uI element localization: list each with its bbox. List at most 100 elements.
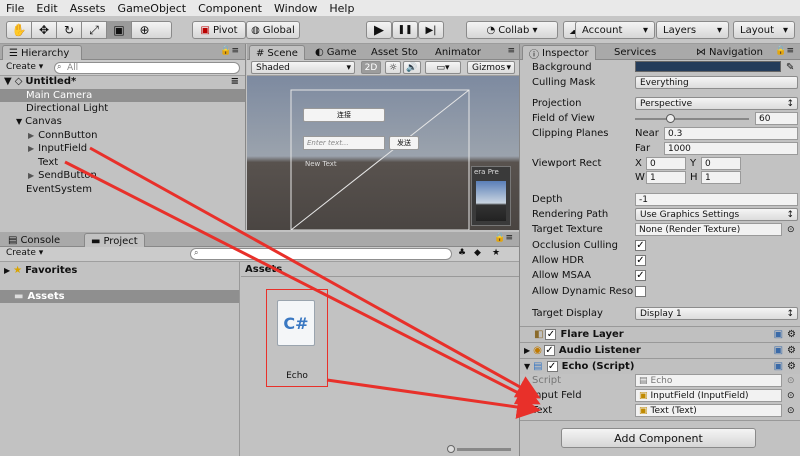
tab-services[interactable]: Services bbox=[608, 45, 662, 60]
audio-toggle-icon[interactable]: 🔊 bbox=[403, 61, 421, 74]
filter-type-icon[interactable]: ♣ bbox=[458, 248, 466, 258]
tab-game[interactable]: ◐ Game bbox=[309, 45, 363, 60]
text-ref-field[interactable]: ▣ Text (Text) bbox=[635, 404, 782, 417]
hierarchy-item-directional-light[interactable]: Directional Light bbox=[0, 102, 245, 115]
scene-menu-icon[interactable]: ≡ bbox=[507, 46, 515, 56]
menu-assets[interactable]: Assets bbox=[70, 2, 106, 15]
menu-component[interactable]: Component bbox=[198, 2, 262, 15]
settings-gear-icon[interactable]: ⚙ bbox=[787, 345, 796, 356]
menu-help[interactable]: Help bbox=[329, 2, 354, 15]
favorites-row[interactable]: ▶ ★ Favorites bbox=[0, 264, 239, 277]
menu-edit[interactable]: Edit bbox=[36, 2, 57, 15]
lock-menu-icon[interactable]: 🔒≡ bbox=[775, 46, 794, 56]
hierarchy-item-text[interactable]: Text bbox=[0, 156, 245, 169]
scene-viewport[interactable]: 连接 Enter text... 发送 New Text era Pre bbox=[247, 76, 519, 230]
lock-menu-icon[interactable]: 🔒≡ bbox=[494, 233, 513, 243]
shading-dropdown[interactable]: Shaded ▾ bbox=[251, 61, 355, 74]
echo-enabled-checkbox[interactable]: ✓ bbox=[546, 361, 558, 372]
favorite-star-icon[interactable]: ★ bbox=[492, 248, 500, 258]
menu-window[interactable]: Window bbox=[274, 2, 317, 15]
background-color-swatch[interactable] bbox=[635, 61, 781, 72]
audio-listener-enabled-checkbox[interactable]: ✓ bbox=[543, 345, 555, 356]
hierarchy-search-input[interactable]: All bbox=[54, 62, 240, 74]
project-create-dropdown[interactable]: Create ▾ bbox=[6, 248, 43, 258]
gizmos-dropdown[interactable]: Gizmos ▾ bbox=[467, 61, 515, 74]
add-component-button[interactable]: Add Component bbox=[561, 428, 756, 448]
filter-label-icon[interactable]: ◆ bbox=[474, 248, 481, 258]
rendering-path-dropdown[interactable]: Use Graphics Settings ↕ bbox=[635, 208, 798, 221]
audio-listener-header[interactable]: ▶ ◉ ✓ Audio Listener ▣ ⚙ bbox=[520, 342, 800, 358]
csharp-file-icon[interactable]: C# bbox=[277, 300, 315, 346]
lock-menu-icon[interactable]: 🔒≡ bbox=[220, 46, 239, 56]
rotate-tool-icon[interactable]: ↻ bbox=[57, 21, 82, 39]
help-book-icon[interactable]: ▣ bbox=[774, 329, 783, 340]
flare-layer-header[interactable]: ◧ ✓ Flare Layer ▣ ⚙ bbox=[520, 326, 800, 342]
settings-gear-icon[interactable]: ⚙ bbox=[787, 329, 796, 340]
tab-animator[interactable]: Animator bbox=[429, 45, 487, 60]
scale-tool-icon[interactable]: ⤢ bbox=[82, 21, 107, 39]
tab-asset-store[interactable]: Asset Sto bbox=[365, 45, 424, 60]
eyedropper-icon[interactable]: ✎ bbox=[786, 62, 794, 73]
help-book-icon[interactable]: ▣ bbox=[774, 345, 783, 356]
depth-input[interactable]: -1 bbox=[635, 193, 798, 206]
msaa-checkbox[interactable]: ✓ bbox=[635, 270, 646, 281]
layout-dropdown[interactable]: Layout ▾ bbox=[733, 21, 795, 39]
tab-console[interactable]: ▤ Console bbox=[2, 233, 66, 248]
target-texture-field[interactable]: None (Render Texture) bbox=[635, 223, 782, 236]
asset-file-name[interactable]: Echo bbox=[266, 371, 328, 381]
hierarchy-item-main-camera[interactable]: Main Camera bbox=[0, 89, 245, 102]
mode-2d-toggle[interactable]: 2D bbox=[361, 61, 381, 74]
far-input[interactable]: 1000 bbox=[664, 142, 798, 155]
hand-tool-icon[interactable]: ✋ bbox=[7, 21, 32, 39]
tab-hierarchy[interactable]: ☰ Hierarchy bbox=[2, 45, 82, 60]
near-input[interactable]: 0.3 bbox=[664, 127, 798, 140]
transform-tool-icon[interactable]: ⊕ bbox=[132, 21, 157, 39]
tab-project[interactable]: ▬ Project bbox=[84, 233, 145, 248]
menu-gameobject[interactable]: GameObject bbox=[118, 2, 187, 15]
rect-tool-icon[interactable]: ▣ bbox=[107, 21, 132, 39]
hierarchy-item-eventsystem[interactable]: EventSystem bbox=[0, 183, 245, 196]
layers-dropdown[interactable]: Layers ▾ bbox=[656, 21, 729, 39]
object-picker-icon[interactable]: ⊙ bbox=[787, 391, 795, 401]
play-button[interactable]: ▶ bbox=[366, 21, 392, 39]
occlusion-checkbox[interactable]: ✓ bbox=[635, 240, 646, 251]
echo-script-header[interactable]: ▼ ▤ ✓ Echo (Script) ▣ ⚙ bbox=[520, 358, 800, 374]
global-toggle[interactable]: ◍ Global bbox=[246, 21, 300, 39]
viewport-w-input[interactable]: 1 bbox=[646, 171, 686, 184]
effects-dropdown-icon[interactable]: ▭▾ bbox=[425, 61, 461, 74]
tab-navigation[interactable]: ⋈ Navigation bbox=[690, 45, 769, 60]
viewport-x-input[interactable]: 0 bbox=[646, 157, 686, 170]
create-dropdown[interactable]: Create ▾ bbox=[6, 62, 43, 72]
step-button[interactable]: ▶| bbox=[418, 21, 444, 39]
menu-file[interactable]: File bbox=[6, 2, 24, 15]
hierarchy-item-canvas[interactable]: ▼ Canvas bbox=[0, 115, 245, 128]
flare-layer-enabled-checkbox[interactable]: ✓ bbox=[545, 329, 557, 340]
hierarchy-item-inputfield[interactable]: ▶ InputField bbox=[0, 142, 245, 155]
account-dropdown[interactable]: Account ▾ bbox=[575, 21, 655, 39]
settings-gear-icon[interactable]: ⚙ bbox=[787, 361, 796, 372]
pivot-toggle[interactable]: ▣ Pivot bbox=[192, 21, 246, 39]
tab-inspector[interactable]: ⓘ Inspector bbox=[522, 45, 596, 61]
lighting-toggle-icon[interactable]: ☼ bbox=[385, 61, 401, 74]
hierarchy-item-connbutton[interactable]: ▶ ConnButton bbox=[0, 129, 245, 142]
project-search-input[interactable] bbox=[190, 248, 452, 260]
dynamic-resolution-checkbox[interactable] bbox=[635, 286, 646, 297]
tab-scene[interactable]: # Scene bbox=[249, 45, 305, 60]
zoom-slider-handle[interactable] bbox=[447, 445, 455, 453]
hdr-checkbox[interactable]: ✓ bbox=[635, 255, 646, 266]
assets-tree-row[interactable]: ▬ Assets bbox=[0, 290, 239, 303]
projection-dropdown[interactable]: Perspective ↕ bbox=[635, 97, 798, 110]
object-picker-icon[interactable]: ⊙ bbox=[787, 406, 795, 416]
zoom-slider[interactable] bbox=[457, 448, 511, 451]
collab-button[interactable]: ◔ Collab ▾ bbox=[466, 21, 558, 39]
input-feld-field[interactable]: ▣ InputField (InputField) bbox=[635, 389, 782, 402]
pause-button[interactable]: ❚❚ bbox=[392, 21, 418, 39]
hierarchy-item-sendbutton[interactable]: ▶ SendButton bbox=[0, 169, 245, 182]
target-display-dropdown[interactable]: Display 1 ↕ bbox=[635, 307, 798, 320]
fov-slider-track[interactable] bbox=[635, 118, 749, 120]
scene-menu-icon[interactable]: ≡ bbox=[231, 76, 239, 87]
fov-input[interactable]: 60 bbox=[755, 112, 798, 125]
help-book-icon[interactable]: ▣ bbox=[774, 361, 783, 372]
fov-slider-handle[interactable] bbox=[666, 114, 676, 123]
culling-mask-dropdown[interactable]: Everything bbox=[635, 76, 798, 89]
